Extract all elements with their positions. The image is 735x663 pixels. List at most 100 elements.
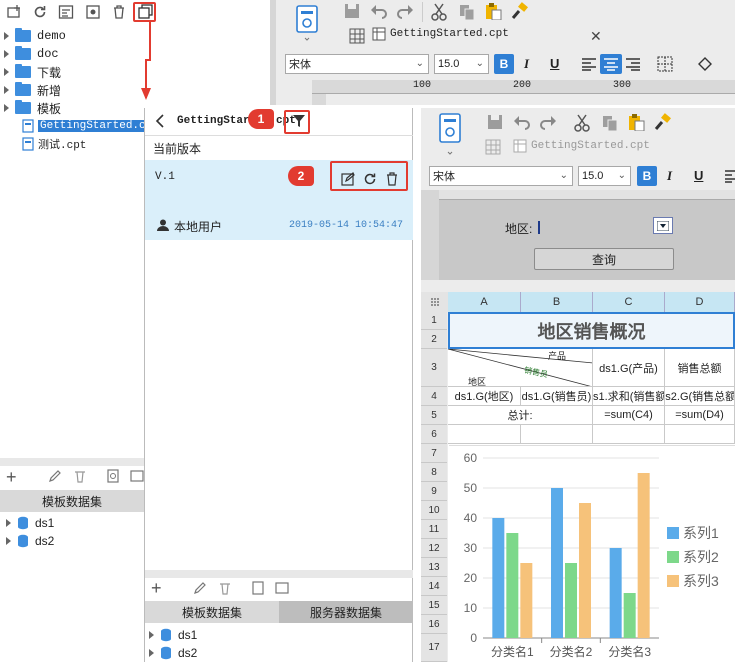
align-left-icon[interactable] (581, 57, 597, 71)
cell-a5[interactable]: 总计: (448, 406, 593, 425)
cell-b6[interactable] (521, 425, 593, 444)
template-dataset-big-icon[interactable] (438, 112, 462, 156)
cell-a6[interactable] (448, 425, 521, 444)
row-header-2[interactable]: 2 (421, 330, 447, 349)
save-icon[interactable] (487, 114, 503, 130)
settings-icon[interactable] (84, 3, 102, 21)
tree-item-download[interactable]: 下载 (4, 63, 61, 81)
fill-color-icon[interactable] (696, 55, 714, 73)
cell-c5[interactable]: =sum(C4) (593, 406, 665, 425)
scroll-strip[interactable] (145, 570, 413, 578)
close-tab-icon[interactable]: ✕ (590, 28, 602, 45)
redo-icon[interactable] (539, 114, 557, 130)
delete-dataset-icon[interactable] (73, 469, 87, 483)
column-header-c[interactable]: C (593, 292, 665, 312)
row-header-16[interactable]: 16 (421, 615, 447, 634)
underline-button[interactable]: U (694, 168, 703, 183)
font-size-select[interactable]: 15.0 ⌄ (578, 166, 631, 186)
title-cell[interactable]: 地区销售概况 (448, 312, 735, 349)
back-icon[interactable] (155, 114, 165, 128)
redo-icon[interactable] (396, 3, 414, 19)
region-dropdown-button[interactable] (653, 217, 673, 234)
tab-template-dataset[interactable]: 模板数据集 (145, 601, 279, 623)
cut-icon[interactable] (430, 3, 448, 21)
edit-dataset-icon[interactable] (193, 581, 207, 595)
cell-d3[interactable]: 销售总额 (665, 349, 735, 387)
italic-button[interactable]: I (667, 168, 672, 184)
row-header-11[interactable]: 11 (421, 520, 447, 539)
undo-icon[interactable] (370, 3, 388, 19)
cell-c3[interactable]: ds1.G(产品) (593, 349, 665, 387)
row-header-13[interactable]: 13 (421, 558, 447, 577)
row-header-1[interactable]: 1 (421, 312, 447, 330)
row-header-15[interactable]: 15 (421, 596, 447, 615)
row-header-14[interactable]: 14 (421, 577, 447, 596)
cell-d5[interactable]: =sum(D4) (665, 406, 735, 425)
add-dataset-icon[interactable]: + (6, 467, 17, 488)
cell-d4[interactable]: ds2.G(销售总额) (665, 387, 735, 406)
refresh-icon[interactable] (31, 3, 49, 21)
cut-icon[interactable] (573, 114, 591, 132)
font-name-select[interactable]: 宋体 ⌄ (285, 54, 429, 74)
tree-item-test[interactable]: 测试.cpt (22, 135, 86, 153)
cell-c4[interactable]: ds1.求和(销售额) (593, 387, 665, 406)
font-name-select[interactable]: 宋体 ⌄ (429, 166, 573, 186)
paste-icon[interactable] (484, 2, 502, 20)
tree-item-gettingstarted[interactable]: GettingStarted.cpt (22, 117, 161, 135)
undo-icon[interactable] (513, 114, 531, 130)
scroll-strip[interactable] (0, 458, 144, 466)
row-header-12[interactable]: 12 (421, 539, 447, 558)
template-info-icon[interactable] (57, 3, 75, 21)
dataset-ds2[interactable]: ds2 (6, 532, 54, 550)
align-left-icon[interactable] (724, 169, 735, 183)
align-right-icon[interactable] (625, 57, 641, 71)
row-header-5[interactable]: 5 (421, 406, 447, 425)
font-size-select[interactable]: 15.0 ⌄ (434, 54, 489, 74)
cell-d6[interactable] (665, 425, 735, 444)
align-center-icon[interactable] (600, 54, 622, 74)
new-folder-icon[interactable] (6, 3, 24, 21)
dataset-ds2[interactable]: ds2 (149, 644, 197, 662)
border-icon[interactable] (657, 56, 673, 72)
column-header-a[interactable]: A (448, 292, 521, 312)
add-dataset-icon[interactable]: + (151, 578, 162, 599)
tree-item-template[interactable]: 模板 (4, 99, 61, 117)
tab-template-dataset[interactable]: 模板数据集 (0, 490, 144, 512)
cell-a4[interactable]: ds1.G(地区) (448, 387, 521, 406)
column-header-d[interactable]: D (665, 292, 735, 312)
preview-dataset-icon[interactable] (106, 469, 120, 483)
row-header-17[interactable]: 17 (421, 634, 447, 662)
row-header-7[interactable]: 7 (421, 444, 447, 463)
query-button[interactable]: 查询 (534, 248, 674, 270)
sheet-corner[interactable] (421, 292, 448, 312)
cell-element-icon[interactable] (349, 28, 365, 44)
dataset-ds1[interactable]: ds1 (149, 626, 197, 644)
row-header-3[interactable]: 3 (421, 349, 447, 387)
tab-server-dataset[interactable]: 服务器数据集 (279, 601, 413, 623)
region-param-input[interactable] (535, 217, 653, 237)
slash-header-cell[interactable]: 产品 销售员 地区 (448, 349, 593, 387)
chart-container[interactable]: 0 10 20 30 40 50 60 分类名1 分类名2 分类名3 系列1 系列2 系列3 (449, 445, 735, 662)
tree-item-new[interactable]: 新增 (4, 81, 61, 99)
copy-icon[interactable] (601, 114, 619, 132)
editor-file-tab[interactable]: GettingStarted.cpt (372, 27, 509, 41)
tree-item-doc[interactable]: doc (4, 45, 59, 63)
save-icon[interactable] (344, 3, 360, 19)
copy-icon[interactable] (458, 3, 476, 21)
row-header-8[interactable]: 8 (421, 463, 447, 482)
row-header-6[interactable]: 6 (421, 425, 447, 444)
column-header-b[interactable]: B (521, 292, 593, 312)
edit-dataset-icon[interactable] (48, 469, 62, 483)
italic-button[interactable]: I (524, 56, 529, 72)
paste-icon[interactable] (627, 113, 645, 131)
preview-file-tab[interactable]: GettingStarted.cpt (513, 139, 650, 153)
underline-button[interactable]: U (550, 56, 559, 71)
dataset-settings-icon[interactable] (275, 581, 289, 595)
format-painter-icon[interactable] (653, 113, 671, 131)
bold-button[interactable]: B (494, 54, 514, 74)
row-header-9[interactable]: 9 (421, 482, 447, 501)
dataset-settings-icon[interactable] (130, 469, 144, 483)
dataset-ds1[interactable]: ds1 (6, 514, 54, 532)
delete-dataset-icon[interactable] (218, 581, 232, 595)
template-dataset-big-icon[interactable] (295, 4, 319, 42)
